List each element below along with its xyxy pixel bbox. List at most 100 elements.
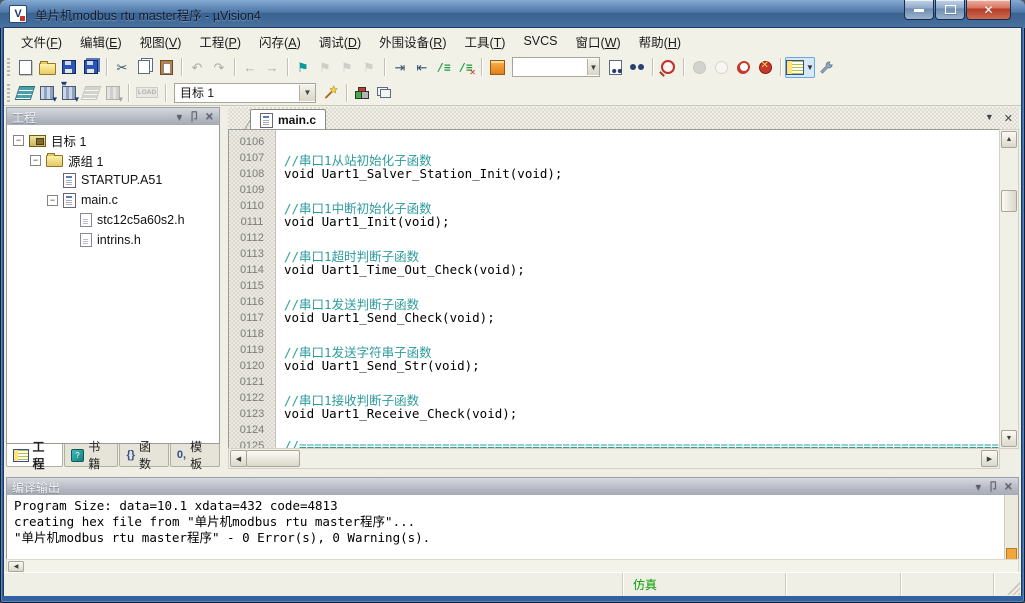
- build-button[interactable]: [36, 82, 58, 103]
- vertical-scroll-thumb[interactable]: [1001, 190, 1017, 212]
- menu-item-0[interactable]: 文件(F): [12, 28, 71, 55]
- output-close-icon[interactable]: ✕: [1004, 482, 1013, 493]
- menu-item-10[interactable]: 帮助(H): [630, 28, 690, 55]
- find-button[interactable]: [604, 57, 626, 78]
- tree-item-4[interactable]: stc12c5a60s2.h: [7, 210, 219, 230]
- project-panel-header[interactable]: 工程 ▼ 卩 ✕: [6, 107, 220, 127]
- build-output-log[interactable]: Program Size: data=10.1 xdata=432 code=4…: [6, 495, 1019, 563]
- cut-button[interactable]: ✂: [111, 57, 133, 78]
- tree-item-2[interactable]: STARTUP.A51: [7, 170, 219, 190]
- panel-tab-3[interactable]: 0,模板: [170, 444, 220, 467]
- new-file-button[interactable]: [14, 57, 36, 78]
- insert-breakpoint-button[interactable]: [688, 57, 710, 78]
- incremental-find-button[interactable]: [626, 57, 648, 78]
- code-view[interactable]: 0106010701080109011001110112011301140115…: [228, 129, 1000, 449]
- batch-build-button[interactable]: [80, 82, 102, 103]
- tab-list-dropdown-icon[interactable]: ▼: [985, 112, 994, 125]
- tab-close-icon[interactable]: ✕: [1004, 112, 1013, 125]
- close-button[interactable]: ✕: [966, 0, 1011, 20]
- tree-item-1[interactable]: −源组 1: [7, 150, 219, 170]
- target-options-button[interactable]: [320, 82, 342, 103]
- code-line: void Uart1_Salver_Station_Init(void);: [284, 166, 999, 182]
- code-text[interactable]: //串口1从站初始化子函数void Uart1_Salver_Station_I…: [276, 130, 999, 448]
- output-dropdown-icon[interactable]: ▼: [974, 483, 983, 492]
- panel-tab-1[interactable]: ?书籍: [64, 444, 119, 467]
- menu-item-6[interactable]: 外围设备(R): [370, 28, 455, 55]
- horizontal-scroll-thumb[interactable]: [246, 450, 300, 467]
- scroll-right-arrow[interactable]: ▶: [981, 450, 998, 467]
- save-all-button[interactable]: [80, 57, 102, 78]
- manage-components-button[interactable]: [351, 82, 373, 103]
- tree-expander-icon[interactable]: −: [13, 135, 24, 146]
- insert-bookmark-button[interactable]: ⚑: [292, 57, 314, 78]
- output-pin-icon[interactable]: 卩: [988, 482, 999, 493]
- layout-dropdown-arrow[interactable]: ▼: [806, 63, 814, 72]
- minimize-button[interactable]: ▬: [904, 0, 934, 20]
- panel-pin-icon[interactable]: 卩: [189, 112, 200, 123]
- output-scroll-left-arrow[interactable]: ◀: [8, 561, 24, 572]
- window-layout-button[interactable]: ▼: [785, 57, 815, 78]
- navigate-forward-button[interactable]: →: [261, 57, 283, 78]
- file-toolbar: ✂ ↶ ↷ ← → ⚑ ⚑ ⚑ ⚑ ⇥ ⇤ /≡ /≡✕ ▼: [4, 54, 1021, 80]
- load-flash-button[interactable]: LOAD: [133, 82, 161, 103]
- configuration-button[interactable]: [815, 57, 837, 78]
- load-icon: LOAD: [136, 87, 158, 99]
- menu-item-5[interactable]: 调试(D): [310, 28, 370, 55]
- arrange-windows-button[interactable]: [373, 82, 395, 103]
- paste-button[interactable]: [155, 57, 177, 78]
- tree-expander-icon[interactable]: −: [47, 195, 58, 206]
- previous-bookmark-button[interactable]: ⚑: [336, 57, 358, 78]
- save-button[interactable]: [58, 57, 80, 78]
- enable-disable-breakpoint-button[interactable]: [710, 57, 732, 78]
- menu-item-7[interactable]: 工具(T): [455, 28, 514, 55]
- menu-item-3[interactable]: 工程(P): [190, 28, 250, 55]
- start-stop-debug-button[interactable]: [657, 57, 679, 78]
- menu-item-9[interactable]: 窗口(W): [567, 28, 630, 55]
- title-bar[interactable]: V 单片机modbus rtu master程序 - µVision4 ▬ ✕: [0, 0, 1025, 28]
- tree-item-5[interactable]: intrins.h: [7, 230, 219, 250]
- menu-item-4[interactable]: 闪存(A): [250, 28, 310, 55]
- find-in-files-button[interactable]: [486, 57, 508, 78]
- maximize-button[interactable]: [935, 0, 965, 20]
- menu-item-8[interactable]: SVCS: [514, 30, 566, 52]
- indent-button[interactable]: ⇥: [389, 57, 411, 78]
- panel-dropdown-icon[interactable]: ▼: [175, 113, 184, 122]
- combo-dropdown-button[interactable]: ▼: [587, 59, 599, 75]
- target-dropdown-button[interactable]: ▼: [299, 85, 315, 101]
- tree-item-3[interactable]: −main.c: [7, 190, 219, 210]
- toolbar-grip[interactable]: [7, 84, 10, 102]
- scroll-down-arrow[interactable]: ▼: [1001, 430, 1017, 447]
- editor-tab-main-c[interactable]: main.c: [250, 109, 326, 130]
- comment-selection-button[interactable]: /≡: [433, 57, 455, 78]
- uncomment-selection-button[interactable]: /≡✕: [455, 57, 477, 78]
- clear-bookmarks-button[interactable]: ⚑: [358, 57, 380, 78]
- scroll-left-arrow[interactable]: ◀: [230, 450, 247, 467]
- rebuild-all-button[interactable]: [58, 82, 80, 103]
- menu-item-2[interactable]: 视图(V): [131, 28, 191, 55]
- open-file-button[interactable]: [36, 57, 58, 78]
- find-input[interactable]: [513, 59, 587, 75]
- kill-all-breakpoints-button[interactable]: [754, 57, 776, 78]
- unindent-button[interactable]: ⇤: [411, 57, 433, 78]
- panel-tab-0[interactable]: 工程: [6, 444, 63, 467]
- scroll-up-arrow[interactable]: ▲: [1001, 131, 1017, 148]
- build-output-header[interactable]: 编译输出 ▼ 卩 ✕: [6, 477, 1019, 497]
- toolbar-grip[interactable]: [7, 58, 10, 76]
- next-bookmark-button[interactable]: ⚑: [314, 57, 336, 78]
- copy-button[interactable]: [133, 57, 155, 78]
- tree-item-0[interactable]: −目标 1: [7, 130, 219, 150]
- undo-button[interactable]: ↶: [186, 57, 208, 78]
- output-vertical-scrollbar[interactable]: [1004, 495, 1018, 562]
- disable-all-breakpoints-button[interactable]: [732, 57, 754, 78]
- redo-button[interactable]: ↷: [208, 57, 230, 78]
- menu-item-1[interactable]: 编辑(E): [71, 28, 131, 55]
- panel-tab-2[interactable]: {}函数: [119, 444, 168, 467]
- translate-button[interactable]: [14, 82, 36, 103]
- stop-build-button[interactable]: [102, 82, 124, 103]
- navigate-back-button[interactable]: ←: [239, 57, 261, 78]
- editor-horizontal-scrollbar[interactable]: ◀ ▶: [228, 448, 1000, 469]
- editor-vertical-scrollbar[interactable]: ▲ ▼: [999, 129, 1019, 449]
- resize-grip[interactable]: [1007, 582, 1020, 595]
- tree-expander-icon[interactable]: −: [30, 155, 41, 166]
- panel-close-icon[interactable]: ✕: [205, 112, 214, 123]
